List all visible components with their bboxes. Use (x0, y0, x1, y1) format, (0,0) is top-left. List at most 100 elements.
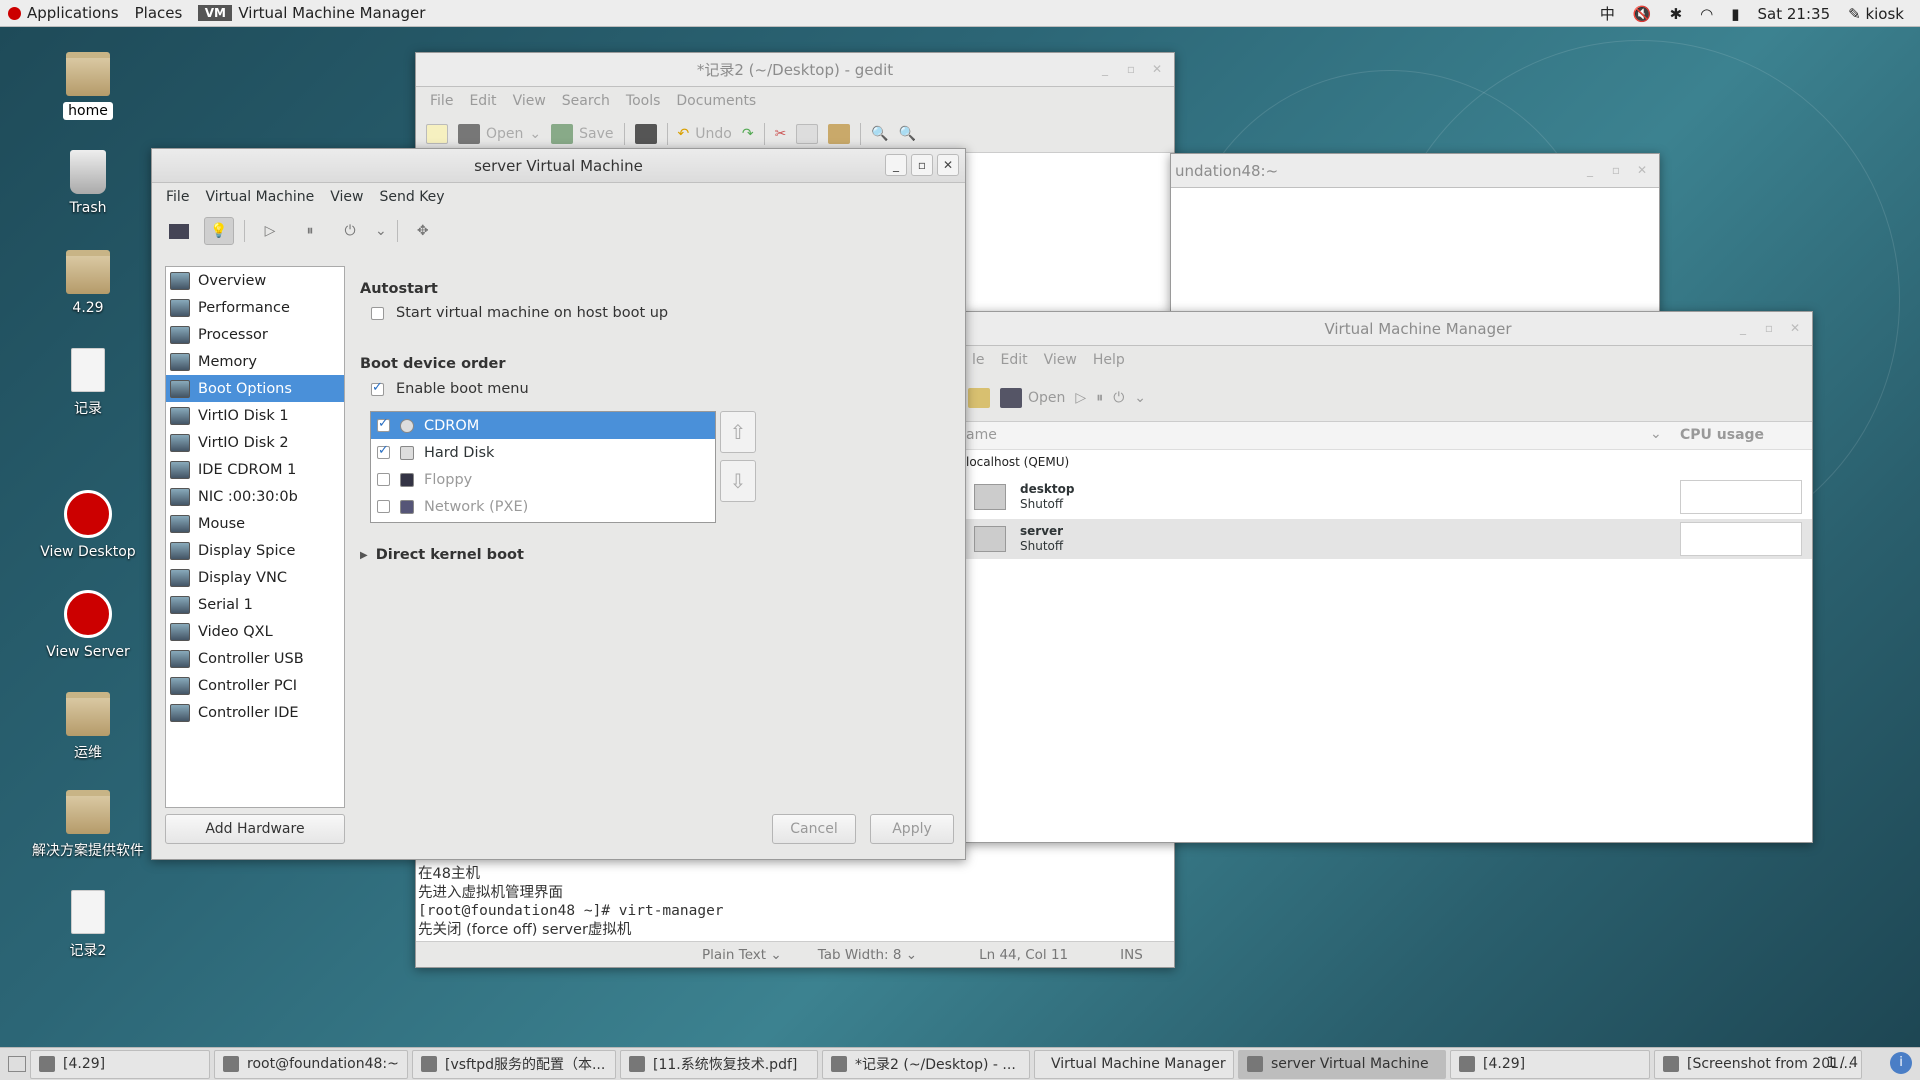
menu-edit[interactable]: Edit (461, 93, 504, 109)
show-desktop-icon[interactable] (8, 1056, 26, 1072)
open-button[interactable]: Open ⌄ (458, 123, 541, 144)
clock[interactable]: Sat 21:35 (1758, 5, 1831, 23)
pause-icon[interactable]: ⏸ (1096, 390, 1103, 406)
close-button[interactable]: ✕ (1784, 317, 1806, 339)
hardware-item-ide-cdrom-1[interactable]: IDE CDROM 1 (166, 456, 344, 483)
hardware-item-video-qxl[interactable]: Video QXL (166, 618, 344, 645)
menu-edit[interactable]: Edit (993, 352, 1036, 368)
taskbar-item[interactable]: [vsftpd服务的配置（本... (412, 1049, 616, 1079)
battery-icon[interactable]: ▮ (1731, 5, 1739, 23)
menu-documents[interactable]: Documents (668, 93, 764, 109)
hardware-item-processor[interactable]: Processor (166, 321, 344, 348)
desktop-icon-jiejue[interactable]: 解决方案提供软件 (28, 790, 148, 860)
hardware-item-overview[interactable]: Overview (166, 267, 344, 294)
run-icon[interactable]: ▷ (1075, 390, 1086, 406)
boot-device-checkbox[interactable] (377, 500, 390, 513)
boot-device-cdrom[interactable]: CDROM (371, 412, 715, 439)
vm-row-server[interactable]: server Shutoff (964, 519, 1812, 559)
desktop-icon-yunwei[interactable]: 运维 (28, 692, 148, 762)
desktop-icon-jilu[interactable]: 记录 (28, 348, 148, 418)
find-icon[interactable]: 🔍 (871, 126, 888, 142)
menu-view[interactable]: View (322, 189, 371, 205)
hardware-item-nic-00-30-0b[interactable]: NIC :00:30:0b (166, 483, 344, 510)
host-row[interactable]: localhost (QEMU) (966, 455, 1069, 469)
enable-boot-menu-option[interactable]: Enable boot menu (371, 380, 529, 397)
boot-device-hard-disk[interactable]: Hard Disk (371, 439, 715, 466)
hardware-item-virtio-disk-1[interactable]: VirtIO Disk 1 (166, 402, 344, 429)
hardware-item-controller-usb[interactable]: Controller USB (166, 645, 344, 672)
menu-file[interactable]: File (422, 93, 461, 109)
desktop-icon-trash[interactable]: Trash (28, 150, 148, 216)
maximize-button[interactable]: ▫ (911, 154, 933, 176)
bluetooth-icon[interactable]: ✱ (1670, 5, 1683, 23)
minimize-button[interactable]: _ (1579, 159, 1601, 181)
new-vm-icon[interactable] (968, 387, 990, 408)
hardware-item-boot-options[interactable]: Boot Options (166, 375, 344, 402)
taskbar-item[interactable]: [11.系统恢复技术.pdf] (620, 1049, 818, 1079)
column-cpu-usage[interactable]: CPU usage (1680, 427, 1764, 443)
menu-file[interactable]: le (964, 352, 993, 368)
chevron-down-icon[interactable]: ⌄ (1134, 390, 1146, 406)
menu-tools[interactable]: Tools (618, 93, 669, 109)
desktop-icon-home[interactable]: home (28, 52, 148, 120)
pause-button[interactable]: ⏸ (295, 217, 325, 245)
boot-device-checkbox[interactable] (377, 473, 390, 486)
hardware-item-mouse[interactable]: Mouse (166, 510, 344, 537)
fullscreen-button[interactable]: ✥ (408, 217, 438, 245)
vmm-titlebar[interactable]: Virtual Machine Manager _ ▫ ✕ (964, 312, 1812, 346)
menu-file[interactable]: File (158, 189, 197, 205)
chevron-down-icon[interactable]: ⌄ (1650, 426, 1662, 442)
cut-icon[interactable]: ✂ (775, 126, 787, 142)
wifi-icon[interactable]: ◠ (1700, 5, 1713, 23)
apply-button[interactable]: Apply (870, 814, 954, 844)
find-replace-icon[interactable]: 🔍 (899, 126, 916, 142)
desktop-icon-view-server[interactable]: View Server (28, 590, 148, 660)
save-button[interactable]: Save (551, 123, 614, 144)
taskbar-item[interactable]: [4.29] (30, 1049, 210, 1079)
gedit-titlebar[interactable]: *记录2 (~/Desktop) - gedit _ ▫ ✕ (416, 53, 1174, 87)
minimize-button[interactable]: _ (1094, 58, 1116, 80)
close-button[interactable]: ✕ (1631, 159, 1653, 181)
close-button[interactable]: ✕ (937, 154, 959, 176)
cancel-button[interactable]: Cancel (772, 814, 856, 844)
move-down-button[interactable]: ⇩ (720, 460, 756, 502)
menu-search[interactable]: Search (554, 93, 618, 109)
vm-details-titlebar[interactable]: server Virtual Machine _ ▫ ✕ (152, 149, 965, 183)
close-button[interactable]: ✕ (1146, 58, 1168, 80)
shutdown-button[interactable]: ⏻ (335, 217, 365, 245)
app-menu[interactable]: VM Virtual Machine Manager (190, 4, 433, 22)
tab-width-selector[interactable]: Tab Width: 8 ⌄ (818, 947, 917, 963)
gedit-text-area[interactable]: 在48主机 先进入虚拟机管理界面 [root@foundation48 ~]# … (416, 865, 724, 939)
add-hardware-button[interactable]: Add Hardware (165, 814, 345, 844)
redo-icon[interactable]: ↷ (742, 126, 754, 142)
boot-device-checkbox[interactable] (377, 416, 390, 432)
maximize-button[interactable]: ▫ (1758, 317, 1780, 339)
copy-icon[interactable] (796, 123, 819, 144)
undo-button[interactable]: ↶ Undo (678, 126, 732, 142)
autostart-checkbox[interactable] (371, 306, 384, 320)
hardware-item-memory[interactable]: Memory (166, 348, 344, 375)
hardware-item-controller-pci[interactable]: Controller PCI (166, 672, 344, 699)
hardware-item-display-vnc[interactable]: Display VNC (166, 564, 344, 591)
taskbar-item[interactable]: [4.29] (1450, 1049, 1650, 1079)
hardware-item-serial-1[interactable]: Serial 1 (166, 591, 344, 618)
direct-kernel-boot-expander[interactable]: ▶ Direct kernel boot (360, 547, 524, 563)
boot-device-floppy[interactable]: Floppy (371, 466, 715, 493)
hardware-item-display-spice[interactable]: Display Spice (166, 537, 344, 564)
minimize-button[interactable]: _ (1732, 317, 1754, 339)
console-button[interactable] (164, 217, 194, 245)
menu-send-key[interactable]: Send Key (371, 189, 452, 205)
menu-view[interactable]: View (1036, 352, 1085, 368)
taskbar-item[interactable]: *记录2 (~/Desktop) - ... (822, 1049, 1030, 1079)
print-icon[interactable] (634, 123, 657, 144)
enable-boot-menu-checkbox[interactable] (371, 380, 384, 396)
chevron-down-icon[interactable]: ⌄ (375, 223, 387, 239)
info-icon[interactable]: i (1890, 1052, 1912, 1074)
details-button[interactable]: 💡 (204, 217, 234, 245)
applications-menu[interactable]: Applications (0, 4, 127, 22)
hardware-item-controller-ide[interactable]: Controller IDE (166, 699, 344, 726)
boot-device-checkbox[interactable] (377, 443, 390, 459)
paste-icon[interactable] (828, 123, 851, 144)
vm-row-desktop[interactable]: desktop Shutoff (964, 477, 1812, 517)
shutdown-icon[interactable]: ⏻ (1113, 390, 1124, 406)
